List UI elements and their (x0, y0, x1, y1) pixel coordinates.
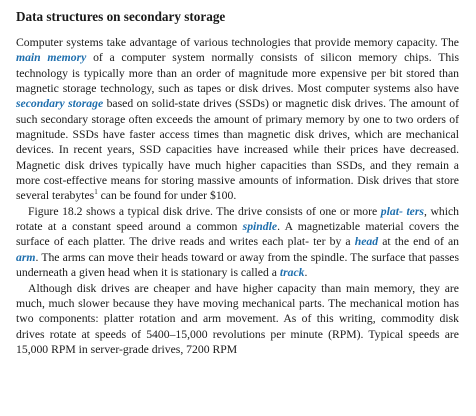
term-head: head (354, 235, 379, 249)
term-arm: arm (16, 250, 36, 264)
text-run: based on solid-state drives (SSDs) or ma… (16, 97, 459, 203)
term-spindle: spindle (242, 220, 278, 234)
text-run: . The arms can move their heads toward o… (16, 250, 459, 280)
term-platters-part1: plat- (380, 204, 403, 218)
paragraph-2: Figure 18.2 shows a typical disk drive. … (16, 204, 459, 281)
text-run: . (304, 266, 308, 280)
text-run: can be found for under $100. (97, 189, 237, 203)
text-run: ter by a (313, 235, 355, 249)
term-secondary-storage: secondary storage (16, 97, 104, 111)
paragraph-3: Although disk drives are cheaper and hav… (16, 281, 459, 356)
document-page: Data structures on secondary storage Com… (16, 8, 459, 357)
text-run: Computer systems take advantage of vario… (16, 36, 459, 49)
term-track: track (279, 266, 305, 280)
paragraph-1: Computer systems take advantage of vario… (16, 35, 459, 204)
section-title: Data structures on secondary storage (16, 9, 226, 24)
term-platters-part2: ters (406, 204, 424, 218)
text-run: Figure 18.2 shows a typical disk drive. … (28, 204, 381, 218)
term-main-memory: main memory (16, 51, 87, 65)
text-run: at the end of an (378, 235, 460, 249)
